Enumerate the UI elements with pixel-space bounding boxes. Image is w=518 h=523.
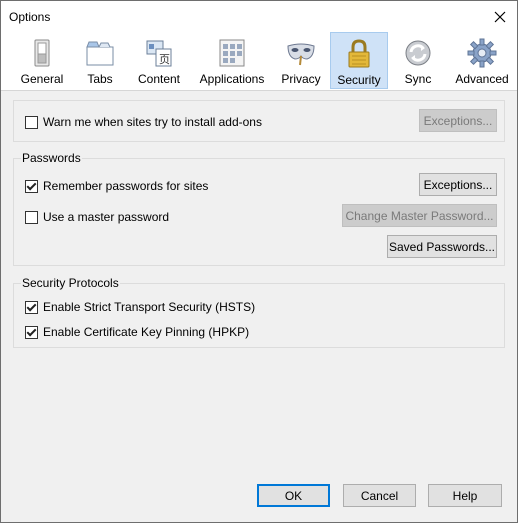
addons-group: Warn me when sites try to install add-on… <box>13 100 505 142</box>
tab-label: General <box>20 72 64 86</box>
tab-label: Content <box>137 72 181 86</box>
tab-label: Advanced <box>455 72 509 86</box>
close-icon <box>494 11 506 22</box>
warn-addons-label: Warn me when sites try to install add-on… <box>43 115 262 129</box>
tab-label: Security <box>337 73 381 87</box>
master-password-checkbox[interactable] <box>25 211 38 224</box>
tab-label: Applications <box>199 72 265 86</box>
tab-tabs[interactable]: Tabs <box>77 32 123 89</box>
close-button[interactable] <box>483 1 517 32</box>
tab-security[interactable]: Security <box>330 32 388 89</box>
svg-text:页: 页 <box>159 53 170 66</box>
tab-label: Privacy <box>281 72 321 86</box>
saved-passwords-button[interactable]: Saved Passwords... <box>387 235 497 258</box>
tab-applications[interactable]: Applications <box>195 32 269 89</box>
gear-icon <box>467 38 497 68</box>
tab-privacy[interactable]: Privacy <box>277 32 325 89</box>
tab-content[interactable]: 页 Content <box>131 32 187 89</box>
security-pane: Warn me when sites try to install add-on… <box>1 91 517 522</box>
tab-general[interactable]: General <box>15 32 69 89</box>
addons-exceptions-button[interactable]: Exceptions... <box>419 109 497 132</box>
hpkp-checkbox[interactable] <box>25 326 38 339</box>
content-icon: 页 <box>146 40 172 67</box>
warn-addons-checkbox[interactable] <box>25 116 38 129</box>
hpkp-label: Enable Certificate Key Pinning (HPKP) <box>43 325 250 339</box>
ok-button[interactable]: OK <box>257 484 330 507</box>
tab-label: Sync <box>404 72 432 86</box>
applications-icon <box>219 39 245 67</box>
master-password-label: Use a master password <box>43 210 170 224</box>
window-title: Options <box>9 10 51 24</box>
tab-label: Tabs <box>87 72 113 86</box>
options-window: Options General Tabs 页 Content Applicati… <box>0 0 518 523</box>
passwords-group: Passwords Remember passwords for sites E… <box>13 151 505 266</box>
password-exceptions-button[interactable]: Exceptions... <box>419 173 497 196</box>
remember-passwords-checkbox[interactable] <box>25 180 38 193</box>
change-master-password-button[interactable]: Change Master Password... <box>342 204 497 227</box>
padlock-icon <box>348 39 370 68</box>
sync-icon <box>405 40 431 66</box>
title-bar: Options <box>1 1 517 32</box>
tabs-icon <box>86 41 114 66</box>
preferences-toolbar: General Tabs 页 Content Applications Priv… <box>1 32 517 91</box>
switch-icon <box>34 39 50 67</box>
protocols-title: Security Protocols <box>21 276 120 290</box>
mask-icon <box>287 43 315 66</box>
cancel-button[interactable]: Cancel <box>343 484 416 507</box>
help-button[interactable]: Help <box>428 484 502 507</box>
security-protocols-group: Security Protocols Enable Strict Transpo… <box>13 276 505 348</box>
hsts-checkbox[interactable] <box>25 301 38 314</box>
passwords-title: Passwords <box>21 151 82 165</box>
remember-passwords-label: Remember passwords for sites <box>43 179 209 193</box>
hsts-label: Enable Strict Transport Security (HSTS) <box>43 300 256 314</box>
tab-advanced[interactable]: Advanced <box>451 32 513 89</box>
tab-sync[interactable]: Sync <box>395 32 441 89</box>
